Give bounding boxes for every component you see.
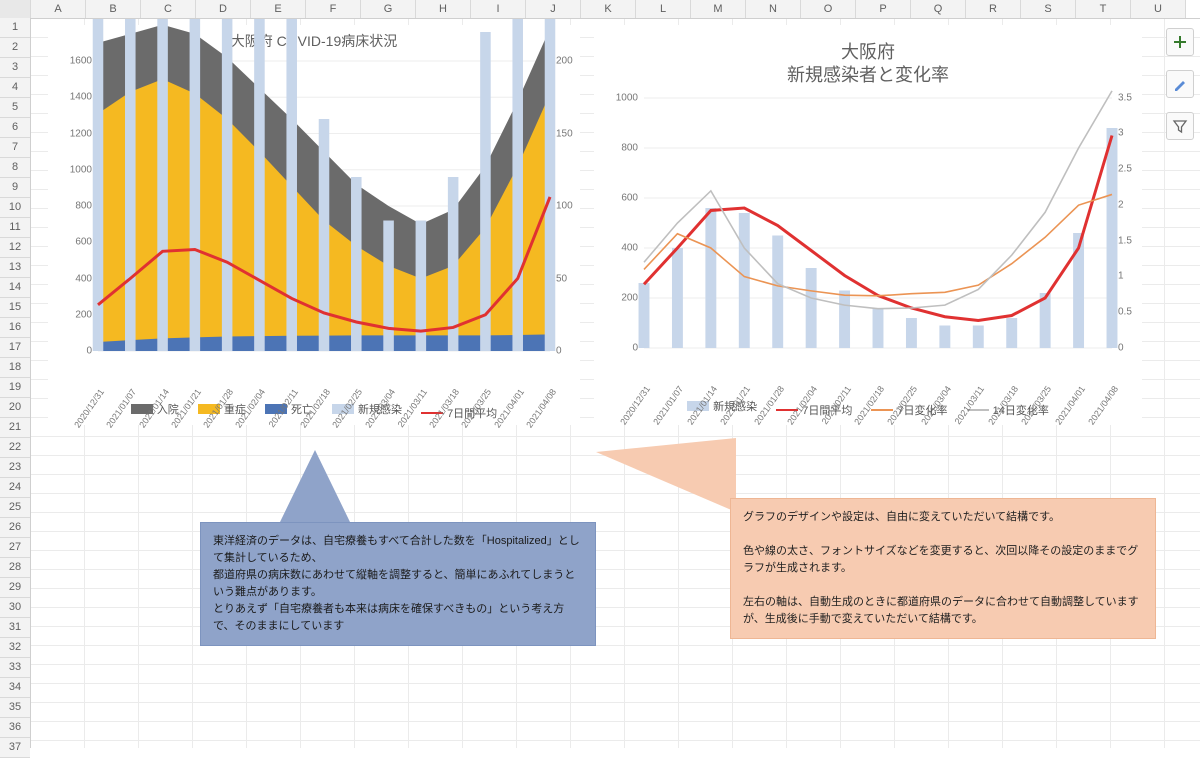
row-header-28[interactable]: 28	[0, 558, 30, 578]
row-header-31[interactable]: 31	[0, 618, 30, 638]
row-header-8[interactable]: 8	[0, 158, 30, 178]
row-header-34[interactable]: 34	[0, 678, 30, 698]
row-header-35[interactable]: 35	[0, 698, 30, 718]
chart-filters-button[interactable]	[1166, 112, 1194, 140]
col-header-G[interactable]: G	[361, 0, 416, 18]
row-header-21[interactable]: 21	[0, 418, 30, 438]
chart2-plot: 02004006008001000 00.511.522.533.5 2020/…	[644, 98, 1112, 348]
col-header-corner[interactable]	[0, 0, 31, 18]
row-header-10[interactable]: 10	[0, 198, 30, 218]
col-header-M[interactable]: M	[691, 0, 746, 18]
row-header-32[interactable]: 32	[0, 638, 30, 658]
col-header-D[interactable]: D	[196, 0, 251, 18]
row-header-36[interactable]: 36	[0, 718, 30, 738]
col-header-S[interactable]: S	[1021, 0, 1076, 18]
row-header-29[interactable]: 29	[0, 578, 30, 598]
col-header-O[interactable]: O	[801, 0, 856, 18]
col-header-H[interactable]: H	[416, 0, 471, 18]
callout-blue[interactable]: 東洋経済のデータは、自宅療養もすべて合計した数を「Hospitalized」とし…	[200, 522, 596, 646]
column-headers: ABCDEFGHIJKLMNOPQRSTU	[0, 0, 1200, 19]
row-header-20[interactable]: 20	[0, 398, 30, 418]
row-header-27[interactable]: 27	[0, 538, 30, 558]
col-header-A[interactable]: A	[31, 0, 86, 18]
chart-bed-status[interactable]: 大阪府 COVID-19病床状況 02004006008001000120014…	[48, 25, 580, 425]
row-header-22[interactable]: 22	[0, 438, 30, 458]
col-header-P[interactable]: P	[856, 0, 911, 18]
row-header-24[interactable]: 24	[0, 478, 30, 498]
chart-styles-button[interactable]	[1166, 70, 1194, 98]
row-header-7[interactable]: 7	[0, 138, 30, 158]
row-header-2[interactable]: 2	[0, 38, 30, 58]
col-header-I[interactable]: I	[471, 0, 526, 18]
row-header-6[interactable]: 6	[0, 118, 30, 138]
chart-new-cases-rate[interactable]: 大阪府新規感染者と変化率 02004006008001000 00.511.52…	[594, 25, 1142, 425]
row-header-16[interactable]: 16	[0, 318, 30, 338]
row-header-4[interactable]: 4	[0, 78, 30, 98]
row-header-5[interactable]: 5	[0, 98, 30, 118]
row-header-3[interactable]: 3	[0, 58, 30, 78]
col-header-E[interactable]: E	[251, 0, 306, 18]
row-header-37[interactable]: 37	[0, 738, 30, 758]
row-header-17[interactable]: 17	[0, 338, 30, 358]
row-header-30[interactable]: 30	[0, 598, 30, 618]
col-header-C[interactable]: C	[141, 0, 196, 18]
col-header-U[interactable]: U	[1131, 0, 1186, 18]
col-header-K[interactable]: K	[581, 0, 636, 18]
row-header-33[interactable]: 33	[0, 658, 30, 678]
row-header-18[interactable]: 18	[0, 358, 30, 378]
callout-orange[interactable]: グラフのデザインや設定は、自由に変えていただいて結構です。色や線の太さ、フォント…	[730, 498, 1156, 639]
row-header-25[interactable]: 25	[0, 498, 30, 518]
row-header-15[interactable]: 15	[0, 298, 30, 318]
row-header-19[interactable]: 19	[0, 378, 30, 398]
callout-blue-pointer	[280, 450, 350, 522]
row-header-12[interactable]: 12	[0, 238, 30, 258]
col-header-F[interactable]: F	[306, 0, 361, 18]
col-header-Q[interactable]: Q	[911, 0, 966, 18]
chart-side-tools	[1166, 28, 1194, 140]
row-header-26[interactable]: 26	[0, 518, 30, 538]
row-header-14[interactable]: 14	[0, 278, 30, 298]
col-header-R[interactable]: R	[966, 0, 1021, 18]
col-header-J[interactable]: J	[526, 0, 581, 18]
row-header-1[interactable]: 1	[0, 18, 30, 38]
row-header-11[interactable]: 11	[0, 218, 30, 238]
row-header-23[interactable]: 23	[0, 458, 30, 478]
col-header-L[interactable]: L	[636, 0, 691, 18]
callout-orange-pointer	[596, 438, 736, 512]
col-header-N[interactable]: N	[746, 0, 801, 18]
row-header-9[interactable]: 9	[0, 178, 30, 198]
chart1-plot: 02004006008001000120014001600 0501001502…	[98, 61, 550, 351]
row-header-13[interactable]: 13	[0, 258, 30, 278]
col-header-T[interactable]: T	[1076, 0, 1131, 18]
row-headers: 1234567891011121314151617181920212223242…	[0, 18, 31, 748]
col-header-B[interactable]: B	[86, 0, 141, 18]
chart-elements-button[interactable]	[1166, 28, 1194, 56]
chart2-title: 大阪府新規感染者と変化率	[594, 41, 1142, 88]
